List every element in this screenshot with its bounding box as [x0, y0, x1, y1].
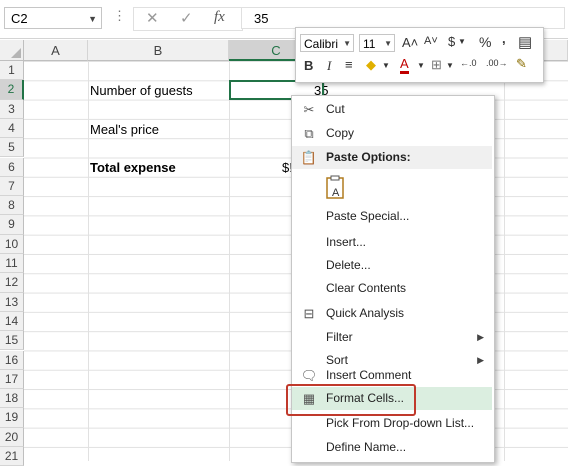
menu-item-copy[interactable]: ⧉ Copy [292, 122, 492, 145]
chevron-right-icon: ▶ [477, 332, 484, 342]
paste-option-button[interactable]: A [292, 172, 492, 202]
menu-item-cut[interactable]: ✂ Cut [292, 98, 492, 121]
font-name-dropdown[interactable]: Calibri ▼ [300, 34, 354, 52]
paintbrush-icon[interactable]: ✎ [516, 56, 527, 72]
gridline [229, 61, 230, 461]
formula-input[interactable]: 35 [241, 7, 565, 29]
cell-b4[interactable]: Meal's price [90, 120, 159, 139]
row-header-20[interactable]: 20 [0, 427, 24, 447]
row-header-6[interactable]: 6 [0, 157, 24, 177]
menu-item-delete[interactable]: Delete... [292, 254, 492, 277]
row-header-17[interactable]: 17 [0, 369, 24, 390]
italic-button[interactable]: I [327, 58, 331, 74]
chevron-down-icon[interactable]: ▼ [417, 61, 425, 70]
menu-item-label: Insert... [326, 235, 367, 249]
select-all-button[interactable] [0, 40, 24, 61]
percent-button[interactable]: % [479, 34, 491, 50]
formula-value: 35 [254, 11, 269, 26]
highlight-box [286, 384, 416, 416]
paste-icon: 📋 [300, 150, 318, 165]
row-header-10[interactable]: 10 [0, 234, 24, 254]
grow-font-button[interactable]: A˄ [402, 35, 418, 50]
row-header-1[interactable]: 1 [0, 61, 24, 81]
font-size-dropdown[interactable]: 11 ▼ [359, 34, 395, 52]
row-header-7[interactable]: 7 [0, 176, 24, 197]
menu-header-label: Paste Options: [326, 150, 411, 164]
menu-item-label: Paste Special... [326, 209, 410, 223]
row-header-11[interactable]: 11 [0, 254, 24, 274]
name-box-value: C2 [11, 11, 28, 26]
row-header-12[interactable]: 12 [0, 273, 24, 293]
comma-button[interactable]: , [502, 31, 506, 46]
align-center-button[interactable]: ≡ [345, 57, 353, 72]
row-header-19[interactable]: 19 [0, 408, 24, 428]
cell-b6[interactable]: Total expense [90, 158, 176, 177]
format-painter-icon[interactable]: ▤ [518, 33, 532, 51]
currency-button[interactable]: $ [448, 34, 455, 49]
scissors-icon: ✂ [303, 102, 315, 117]
paste-options-header: 📋 Paste Options: [292, 146, 492, 169]
chevron-down-icon[interactable]: ▼ [382, 61, 390, 70]
row-header-9[interactable]: 9 [0, 215, 24, 235]
menu-item-filter[interactable]: Filter ▶ [292, 326, 492, 349]
fill-color-icon[interactable]: ◆ [366, 57, 376, 73]
paste-clipboard-icon: A [326, 175, 344, 199]
row-header-15[interactable]: 15 [0, 331, 24, 351]
gridline [504, 61, 505, 461]
font-name-value: Calibri [304, 37, 339, 51]
formula-buttons: ✕ ✓ fx [133, 7, 243, 31]
column-header-a[interactable]: A [24, 40, 88, 61]
chevron-down-icon: ▼ [343, 39, 351, 48]
chevron-down-icon[interactable]: ▼ [458, 37, 466, 46]
chevron-down-icon[interactable]: ▼ [446, 61, 454, 70]
menu-item-label: Cut [326, 102, 345, 116]
quick-analysis-icon: ⊟ [303, 306, 315, 321]
chevron-down-icon: ▼ [384, 39, 392, 48]
decrease-decimal-button[interactable]: .00→ [486, 58, 508, 68]
menu-item-paste-special[interactable]: Paste Special... [292, 205, 492, 228]
mini-toolbar: Calibri ▼ 11 ▼ A˄ A˅ $ ▼ % , ▤ B I ≡ ◆ ▼… [295, 27, 544, 83]
chevron-down-icon[interactable]: ▼ [88, 8, 97, 30]
menu-item-label: Define Name... [326, 440, 407, 454]
menu-item-label: Clear Contents [326, 281, 407, 295]
menu-item-clear-contents[interactable]: Clear Contents [292, 277, 492, 300]
cell-b2[interactable]: Number of guests [90, 81, 193, 100]
menu-item-label: Delete... [326, 258, 371, 272]
svg-text:A: A [332, 187, 340, 199]
row-header-2[interactable]: 2 [0, 80, 24, 100]
row-header-14[interactable]: 14 [0, 311, 24, 332]
menu-item-label: Quick Analysis [326, 306, 405, 320]
row-header-16[interactable]: 16 [0, 350, 24, 370]
bold-button[interactable]: B [304, 58, 313, 73]
row-header-13[interactable]: 13 [0, 292, 24, 312]
menu-item-define-name[interactable]: Define Name... [292, 436, 492, 459]
row-header-8[interactable]: 8 [0, 196, 24, 216]
row-header-18[interactable]: 18 [0, 389, 24, 409]
cancel-icon[interactable]: ✕ [146, 9, 159, 27]
row-header-5[interactable]: 5 [0, 138, 24, 158]
gridline [88, 61, 89, 461]
column-header-b[interactable]: B [88, 40, 229, 61]
row-header-4[interactable]: 4 [0, 118, 24, 139]
copy-icon: ⧉ [304, 126, 314, 141]
borders-icon[interactable]: ⊞ [431, 57, 442, 73]
font-color-button[interactable]: A [400, 57, 409, 74]
font-size-value: 11 [363, 37, 376, 51]
more-options-icon[interactable]: ⋮ [113, 8, 126, 24]
menu-item-label: Filter [326, 330, 353, 344]
menu-item-quick-analysis[interactable]: ⊟ Quick Analysis [292, 302, 492, 325]
enter-icon[interactable]: ✓ [180, 9, 193, 27]
shrink-font-button[interactable]: A˅ [424, 35, 438, 47]
menu-item-label: Copy [326, 126, 355, 140]
increase-decimal-button[interactable]: ←.0 [460, 58, 477, 68]
menu-item-insert[interactable]: Insert... [292, 231, 492, 254]
row-header-3[interactable]: 3 [0, 99, 24, 119]
name-box[interactable]: C2 ▼ [4, 7, 102, 29]
row-header-21[interactable]: 21 [0, 447, 24, 466]
insert-function-icon[interactable]: fx [214, 9, 225, 26]
